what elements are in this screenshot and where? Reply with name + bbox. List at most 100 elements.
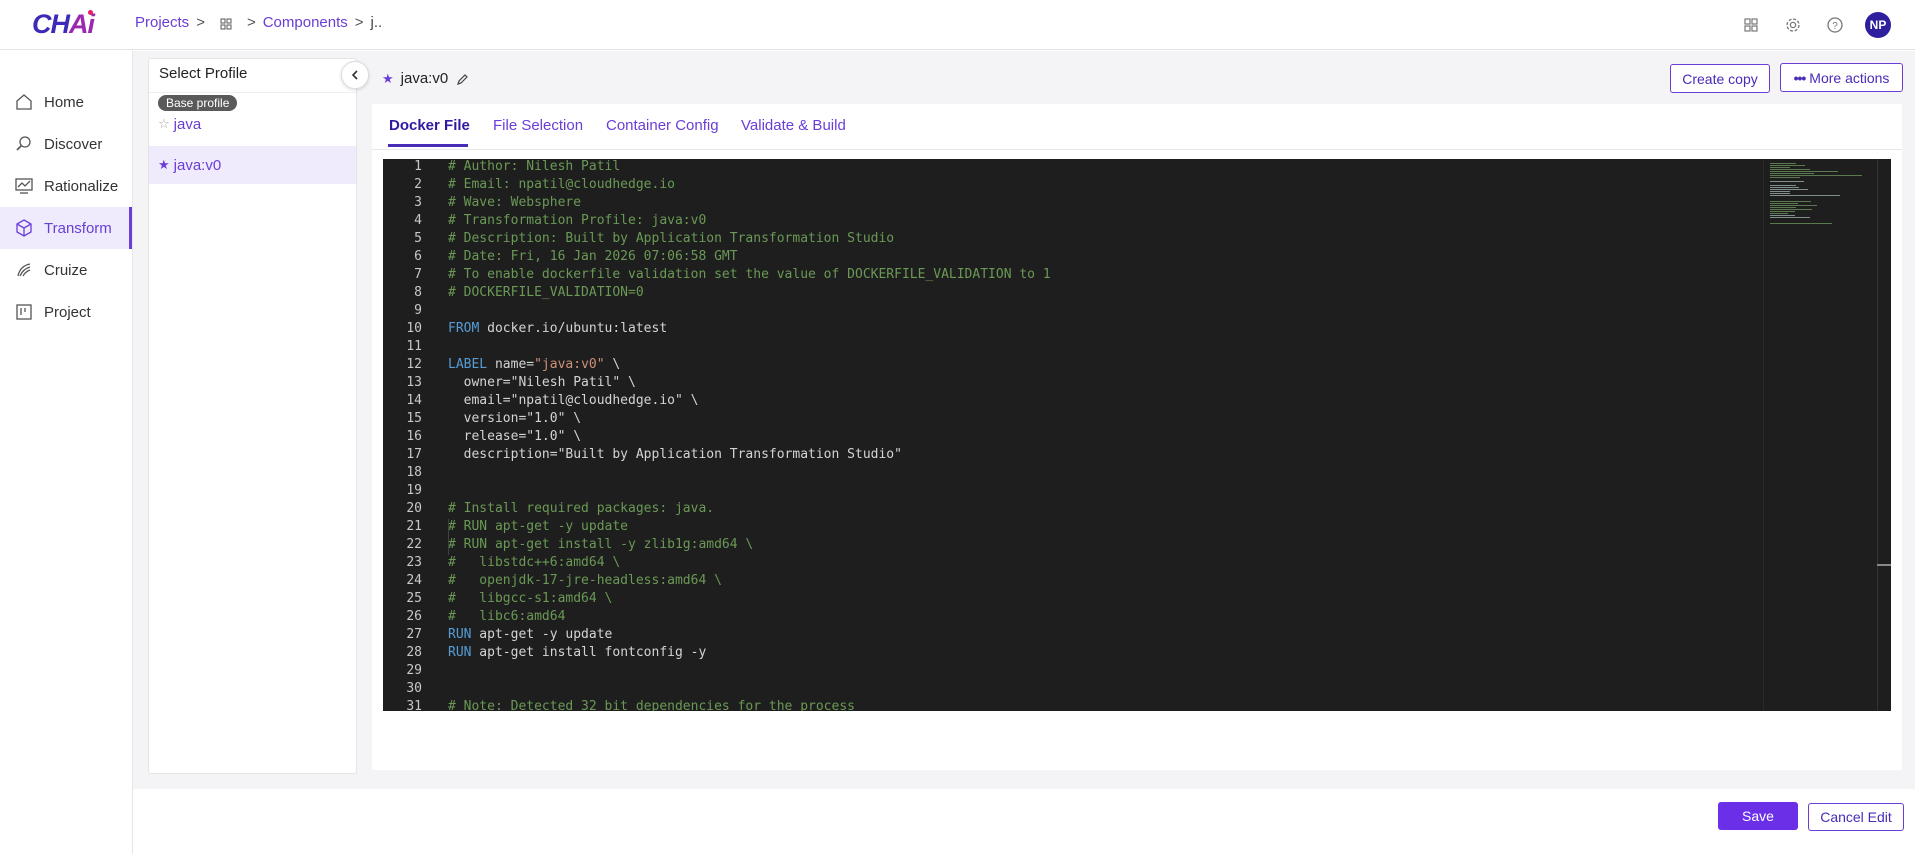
code-line[interactable]: release="1.0" \: [448, 429, 581, 444]
code-line[interactable]: # DOCKERFILE_VALIDATION=0: [448, 285, 644, 300]
cruize-icon: [17, 263, 31, 277]
line-number: 25: [406, 591, 422, 606]
minimap-line: [1770, 189, 1809, 190]
line-number: 3: [414, 195, 422, 210]
code-line[interactable]: # Email: npatil@cloudhedge.io: [448, 177, 675, 192]
save-button[interactable]: Save: [1718, 802, 1798, 830]
code-line[interactable]: # Author: Nilesh Patil: [448, 159, 620, 174]
code-line[interactable]: # Note: Detected 32 bit dependencies for…: [448, 699, 855, 711]
code-line[interactable]: description="Built by Application Transf…: [448, 447, 902, 462]
sidebar-item-cruize[interactable]: Cruize: [0, 249, 132, 291]
code-editor[interactable]: 1 2 3 4 5 6 7 8 9 10 11 12 13 14 15 16 17 18 19 20 21 22 23 24 2…: [383, 159, 1891, 711]
line-number: 18: [406, 465, 422, 480]
sidebar-item-label: Home: [44, 93, 85, 111]
grid-icon[interactable]: [220, 17, 232, 29]
line-number: 14: [406, 393, 422, 408]
line-number: 24: [406, 573, 422, 588]
line-number: 10: [406, 321, 422, 336]
minimap-line: [1770, 201, 1811, 202]
code-line[interactable]: owner="Nilesh Patil" \: [448, 375, 636, 390]
line-number: 13: [406, 375, 422, 390]
help-icon[interactable]: ?: [1823, 13, 1847, 37]
line-number: 22: [406, 537, 422, 552]
minimap-line: [1770, 207, 1797, 208]
sidebar-item-label: Transform: [44, 219, 112, 237]
cancel-edit-button[interactable]: Cancel Edit: [1808, 803, 1904, 831]
code-line[interactable]: RUN apt-get -y update: [448, 627, 612, 642]
profile-item-java-v0[interactable]: ★ java:v0: [149, 146, 356, 184]
breadcrumb-components[interactable]: Components: [263, 14, 348, 31]
minimap-line: [1770, 195, 1840, 196]
line-number: 30: [406, 681, 422, 696]
minimap-line: [1770, 163, 1797, 164]
project-icon: [16, 304, 32, 320]
profile-item-java[interactable]: ☆ java: [149, 105, 356, 143]
code-line[interactable]: # Transformation Profile: java:v0: [448, 213, 706, 228]
sidebar-item-project[interactable]: Project: [0, 291, 132, 333]
code-line[interactable]: # Description: Built by Application Tran…: [448, 231, 894, 246]
app-logo[interactable]: CHAi: [32, 9, 95, 40]
code-line[interactable]: # openjdk-17-jre-headless:amd64 \: [448, 573, 722, 588]
sidebar-item-discover[interactable]: Discover: [0, 123, 132, 165]
tab-file-selection[interactable]: File Selection: [493, 117, 583, 134]
minimap-line: [1770, 169, 1810, 170]
apps-grid-icon[interactable]: [1739, 13, 1763, 37]
line-number: 6: [414, 249, 422, 264]
sidebar-item-home[interactable]: Home: [0, 81, 132, 123]
code-line[interactable]: LABEL name="java:v0" \: [448, 357, 620, 372]
line-number: 17: [406, 447, 422, 462]
tab-bar: Docker File File Selection Container Con…: [372, 104, 1902, 150]
code-line[interactable]: # To enable dockerfile validation set th…: [448, 267, 1051, 282]
code-line[interactable]: # Wave: Websphere: [448, 195, 581, 210]
star-filled-icon[interactable]: ★: [158, 157, 170, 173]
tab-docker-file[interactable]: Docker File: [389, 117, 470, 134]
star-outline-icon[interactable]: ☆: [158, 116, 170, 132]
chevron-right-icon: >: [246, 14, 256, 31]
code-line[interactable]: FROM docker.io/ubuntu:latest: [448, 321, 667, 336]
sidebar-item-rationalize[interactable]: Rationalize: [0, 165, 132, 207]
star-filled-icon: ★: [382, 70, 394, 86]
line-number: 26: [406, 609, 422, 624]
line-number: 16: [406, 429, 422, 444]
tab-container-config[interactable]: Container Config: [606, 117, 719, 134]
minimap-line: [1770, 187, 1799, 188]
scroll-position-marker: [1877, 564, 1891, 566]
minimap-line: [1770, 217, 1810, 218]
breadcrumb-projects[interactable]: Projects: [135, 14, 189, 31]
line-number: 28: [406, 645, 422, 660]
code-line[interactable]: RUN apt-get install fontconfig -y: [448, 645, 706, 660]
indent-guide: [448, 519, 449, 555]
line-number: 21: [406, 519, 422, 534]
top-bar: CHAi Projects > > Components > j.. ? NP: [0, 0, 1915, 50]
minimap-line: [1770, 211, 1796, 212]
sidebar-item-transform[interactable]: Transform: [0, 207, 132, 249]
profile-panel-title: Select Profile: [149, 59, 356, 93]
editor-scrollbar[interactable]: [1877, 159, 1891, 711]
minimap-line: [1770, 167, 1791, 168]
code-line[interactable]: # libc6:amd64: [448, 609, 565, 624]
tab-validate-build[interactable]: Validate & Build: [741, 117, 846, 134]
create-copy-button[interactable]: Create copy: [1670, 64, 1770, 93]
minimap-line: [1770, 185, 1797, 186]
avatar[interactable]: NP: [1865, 12, 1891, 38]
code-line[interactable]: # Date: Fri, 16 Jan 2026 07:06:58 GMT: [448, 249, 738, 264]
code-line[interactable]: # RUN apt-get install -y zlib1g:amd64 \: [448, 537, 753, 552]
line-number: 8: [414, 285, 422, 300]
more-actions-button[interactable]: ••• More actions: [1780, 63, 1903, 92]
transform-icon: [16, 219, 32, 237]
gear-icon[interactable]: [1781, 13, 1805, 37]
line-number: 5: [414, 231, 422, 246]
profile-item-label: java:v0: [173, 156, 222, 174]
code-line[interactable]: # Install required packages: java.: [448, 501, 714, 516]
collapse-panel-button[interactable]: [341, 61, 369, 89]
code-line[interactable]: # libstdc++6:amd64 \: [448, 555, 620, 570]
svg-text:?: ?: [1832, 21, 1838, 32]
code-line[interactable]: version="1.0" \: [448, 411, 581, 426]
minimap-line: [1770, 175, 1863, 176]
editor-minimap[interactable]: [1763, 159, 1878, 711]
code-line[interactable]: # libgcc-s1:amd64 \: [448, 591, 612, 606]
code-line[interactable]: email="npatil@cloudhedge.io" \: [448, 393, 699, 408]
pencil-icon[interactable]: [456, 72, 470, 86]
code-line[interactable]: # RUN apt-get -y update: [448, 519, 628, 534]
minimap-line: [1770, 193, 1791, 194]
